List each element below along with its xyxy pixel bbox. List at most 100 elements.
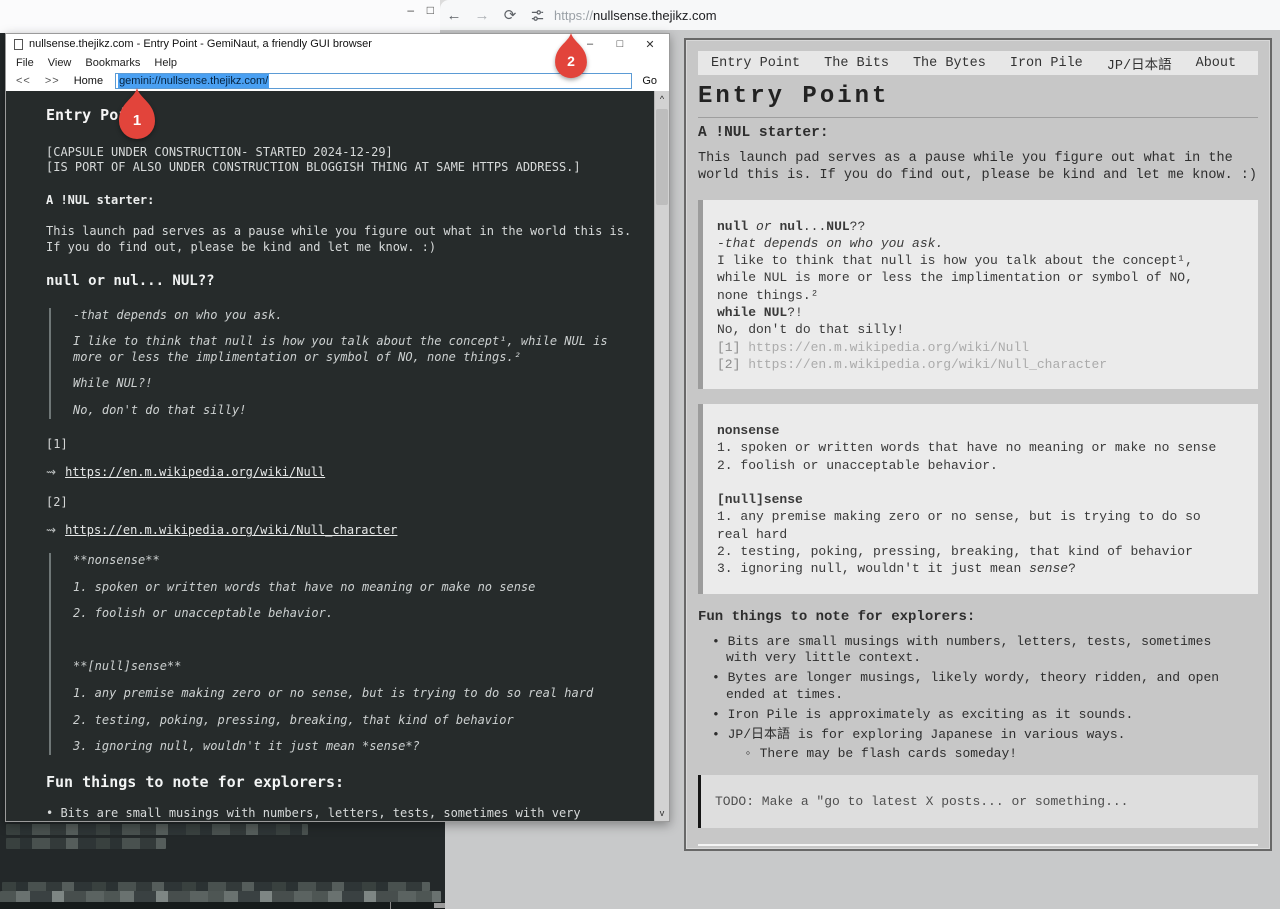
nav-link[interactable]: Entry Point (711, 56, 800, 71)
vertical-scrollbar[interactable]: ^ v (654, 91, 669, 821)
scroll-up-icon[interactable]: ^ (655, 91, 669, 107)
go-button[interactable]: Go (642, 75, 657, 87)
menu-item[interactable]: View (41, 57, 79, 69)
fun-things-list: Bits are small musings with numbers, let… (698, 634, 1243, 744)
redacted-text-row (6, 838, 166, 849)
link-arrow-icon: ⇝ (46, 523, 56, 537)
scrollbar-thumb[interactable] (656, 109, 668, 205)
card-line: while NUL?! (717, 304, 1244, 321)
quote-block: -that depends on who you ask.I like to t… (49, 308, 634, 419)
nav-link[interactable]: Iron Pile (1010, 56, 1083, 71)
construction-banner: [CAPSULE UNDER CONSTRUCTION- STARTED 202… (46, 145, 634, 176)
list-item: Bits are small musings with numbers, let… (712, 634, 1243, 668)
scroll-down-icon[interactable]: v (655, 805, 669, 821)
minimize-icon[interactable]: – (407, 3, 414, 17)
card-line: while NUL is more or less the implimenta… (717, 269, 1244, 286)
sub-list-item: There may be flash cards someday! (698, 746, 1258, 761)
card-line: 2. testing, poking, pressing, breaking, … (717, 543, 1244, 560)
redacted-text-row (6, 824, 308, 835)
text-segment: No, don't do that silly! (717, 322, 904, 337)
quote-line: 2. testing, poking, pressing, breaking, … (73, 713, 628, 729)
window-title: nullsense.thejikz.com - Entry Point - Ge… (29, 38, 575, 50)
footnote-label: [1] (46, 437, 634, 453)
text-segment: [2] (717, 357, 748, 372)
text-segment: I like to think that null is how you tal… (717, 253, 1193, 268)
marker-number: 2 (555, 53, 587, 69)
banner-line: [IS PORT OF ALSO UNDER CONSTRUCTION BLOG… (46, 160, 634, 176)
quote-line: **[null]sense** (73, 659, 628, 675)
text-segment: [1] (717, 340, 748, 355)
desktop: ← → ⟳ https://nullsense.thejikz.com Entr… (0, 0, 1280, 909)
scrollbar-thumb[interactable] (434, 903, 445, 908)
link-arrow-icon: ⇝ (46, 465, 56, 479)
fun-things-list: Bits are small musings with numbers, let… (46, 806, 626, 821)
quote-line: I like to think that null is how you tal… (73, 334, 628, 365)
terminal-status-bar (0, 902, 445, 909)
card-line: [2] https://en.m.wikipedia.org/wiki/Null… (717, 356, 1244, 373)
text-segment: 2. testing, poking, pressing, breaking, … (717, 544, 1193, 559)
back-button[interactable]: << (16, 75, 31, 87)
scrollbar-tick (390, 902, 391, 909)
card-line: [null]sense (717, 491, 1244, 508)
gemini-page-text: Entry Point [CAPSULE UNDER CONSTRUCTION-… (6, 91, 654, 821)
card-line: I like to think that null is how you tal… (717, 252, 1244, 269)
text-segment: or (756, 219, 772, 234)
text-segment: [null]sense (717, 492, 803, 507)
menu-item[interactable]: File (9, 57, 41, 69)
quote-line: 1. spoken or written words that have no … (73, 580, 628, 596)
fun-things-heading: Fun things to note for explorers: (698, 609, 1258, 625)
marker-number: 1 (119, 112, 155, 129)
starter-heading: A !NUL starter: (698, 125, 1258, 141)
wikipedia-null-link[interactable]: https://en.m.wikipedia.org/wiki/Null (65, 465, 325, 479)
nav-link[interactable]: About (1196, 56, 1237, 71)
menu-item[interactable]: Bookmarks (78, 57, 147, 69)
forward-icon[interactable]: → (468, 7, 496, 24)
todo-note: TODO: Make a "go to latest X posts... or… (698, 775, 1258, 828)
quote-line: **nonsense** (73, 553, 628, 569)
geminaut-window: nullsense.thejikz.com - Entry Point - Ge… (5, 33, 670, 822)
back-icon[interactable]: ← (440, 7, 468, 24)
address-bar[interactable]: https://nullsense.thejikz.com (554, 8, 717, 23)
card-line: 2. foolish or unacceptable behavior. (717, 457, 1244, 474)
quote-line: 2. foolish or unacceptable behavior. (73, 606, 628, 622)
forward-button[interactable]: >> (45, 75, 60, 87)
menu-item[interactable]: Help (147, 57, 184, 69)
card-line: 1. spoken or written words that have no … (717, 439, 1244, 456)
text-segment: ... (803, 219, 826, 234)
quote-block: **nonsense** 1. spoken or written words t… (49, 553, 634, 755)
nav-link[interactable]: The Bits (824, 56, 889, 71)
text-segment: -that depends on who you ask. (717, 236, 943, 251)
card-line: No, don't do that silly! (717, 321, 1244, 338)
tune-icon (530, 8, 545, 23)
card-line: nonsense (717, 422, 1244, 439)
document-icon (14, 39, 23, 50)
page-title: Entry Point (698, 83, 1258, 118)
card-line: 3. ignoring null, wouldn't it just mean … (717, 560, 1244, 577)
card-line: none things.² (717, 287, 1244, 304)
null-definition-card: null or nul...NUL??-that depends on who … (698, 200, 1258, 390)
maximize-button[interactable]: □ (605, 38, 635, 50)
text-segment: null (717, 219, 748, 234)
webpage-frame: Entry Point The Bits The Bytes Iron Pile JP/… (684, 38, 1272, 851)
home-button[interactable]: Home (74, 75, 103, 87)
text-segment: 3. ignoring null, wouldn't it just mean (717, 561, 1029, 576)
reload-icon[interactable]: ⟳ (496, 6, 524, 24)
intro-paragraph: This launch pad serves as a pause while … (46, 224, 634, 255)
close-button[interactable]: ✕ (635, 38, 665, 51)
quote-line: No, don't do that silly! (73, 403, 628, 419)
card-line: [1] https://en.m.wikipedia.org/wiki/Null (717, 339, 1244, 356)
nav-link[interactable]: JP/日本語 (1107, 53, 1172, 74)
background-window-strip: – □ (0, 0, 440, 33)
nav-link[interactable]: The Bytes (913, 56, 986, 71)
maximize-icon[interactable]: □ (427, 3, 434, 17)
text-segment: https://en.m.wikipedia.org/wiki/Null (748, 340, 1029, 355)
wikipedia-null-character-link[interactable]: https://en.m.wikipedia.org/wiki/Null_cha… (65, 523, 397, 537)
chrome-toolbar: ← → ⟳ https://nullsense.thejikz.com (440, 0, 1280, 30)
redacted-text-row (2, 882, 430, 891)
text-segment: ?! (787, 305, 803, 320)
site-info-icon[interactable] (524, 8, 550, 23)
nonsense-definition-card: nonsense1. spoken or written words that … (698, 404, 1258, 594)
url-host: nullsense.thejikz.com (593, 8, 717, 23)
geminaut-content: Entry Point [CAPSULE UNDER CONSTRUCTION-… (6, 91, 669, 821)
text-segment: nonsense (717, 423, 779, 438)
